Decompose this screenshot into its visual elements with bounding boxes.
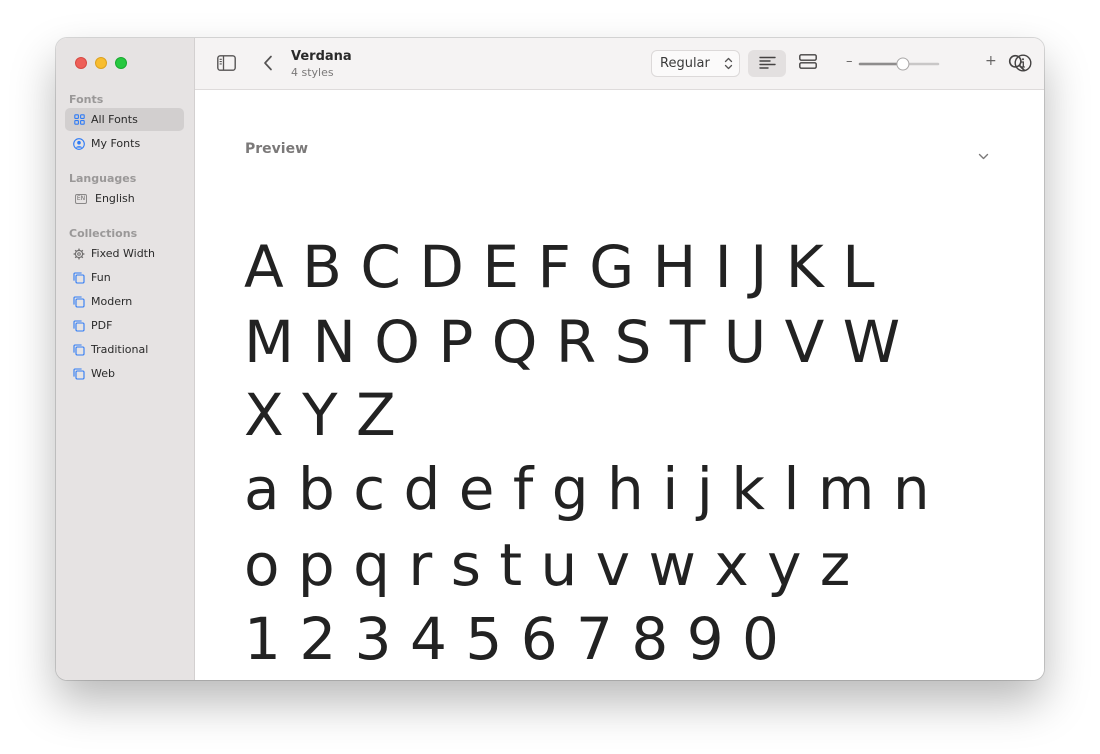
sidebar-item-english[interactable]: EN English [65, 187, 184, 210]
style-select-value: Regular [660, 56, 710, 71]
sample-line-lowercase-1: a b c d e f g h i j k l m n [244, 455, 930, 523]
sidebar-item-label: Fixed Width [91, 247, 155, 260]
sidebar-item-modern[interactable]: Modern [65, 290, 184, 313]
sidebar-item-label: Fun [91, 271, 111, 284]
sample-line-digits: 1 2 3 4 5 6 7 8 9 0 [244, 605, 779, 673]
sidebar-item-label: Traditional [91, 343, 149, 356]
style-select[interactable]: Regular [651, 50, 740, 77]
back-chevron-icon[interactable] [263, 55, 273, 75]
minimize-button[interactable] [95, 57, 107, 69]
language-badge-icon: EN [73, 193, 89, 205]
sidebar-item-my-fonts[interactable]: My Fonts [65, 132, 184, 155]
preview-pane: Preview A B C D E F G H I J K L M N O P … [195, 90, 1044, 680]
collection-icon [73, 343, 85, 356]
sample-line-uppercase-1: A B C D E F G H I J K L [244, 233, 875, 301]
chevron-down-icon[interactable] [978, 145, 989, 164]
sidebar-item-label: All Fonts [91, 113, 138, 126]
zoom-in-button[interactable]: + [985, 53, 997, 69]
grid-icon [73, 114, 85, 126]
font-title: Verdana [291, 49, 352, 64]
sample-line-lowercase-2: o p q r s t u v w x y z [244, 531, 851, 599]
close-button[interactable] [75, 57, 87, 69]
font-style-count: 4 styles [291, 66, 334, 79]
zoom-slider[interactable] [858, 56, 940, 72]
grid-view-button[interactable] [789, 50, 827, 77]
preview-heading: Preview [245, 141, 309, 157]
sidebar-item-label: English [95, 192, 135, 205]
sidebar-item-pdf[interactable]: PDF [65, 314, 184, 337]
window-controls [75, 57, 135, 69]
sidebar-item-label: My Fonts [91, 137, 141, 150]
gear-icon [73, 248, 85, 260]
collection-icon [73, 319, 85, 332]
sidebar-heading-fonts: Fonts [69, 93, 104, 106]
sidebar-item-fixed-width[interactable]: Fixed Width [65, 242, 184, 265]
font-book-window: Fonts All Fonts My Fonts Languages EN En… [56, 38, 1044, 680]
sidebar-item-label: Web [91, 367, 115, 380]
sidebar-item-web[interactable]: Web [65, 362, 184, 385]
sidebar-item-label: PDF [91, 319, 113, 332]
zoom-button[interactable] [115, 57, 127, 69]
collection-icon [73, 295, 85, 308]
person-circle-icon [73, 137, 85, 150]
sidebar-toggle-icon[interactable] [217, 55, 236, 75]
align-left-icon [758, 54, 776, 73]
toolbar: Verdana 4 styles Regular – + [195, 38, 1044, 90]
zoom-out-button[interactable]: – [846, 54, 853, 69]
grid-view-icon [799, 54, 817, 73]
sidebar-item-fun[interactable]: Fun [65, 266, 184, 289]
sample-line-uppercase-3: X Y Z [244, 381, 396, 449]
collection-icon [73, 367, 85, 380]
sidebar-item-traditional[interactable]: Traditional [65, 338, 184, 361]
sample-line-uppercase-2: M N O P Q R S T U V W [244, 308, 901, 376]
sidebar-item-all-fonts[interactable]: All Fonts [65, 108, 184, 131]
search-icon[interactable] [1008, 54, 1026, 76]
sidebar-heading-languages: Languages [69, 172, 137, 185]
language-badge-text: EN [74, 193, 88, 204]
sidebar-heading-collections: Collections [69, 227, 138, 240]
collection-icon [73, 271, 85, 284]
updown-chevron-icon [724, 56, 733, 75]
sample-view-button[interactable] [748, 50, 786, 77]
sidebar: Fonts All Fonts My Fonts Languages EN En… [56, 38, 195, 680]
sidebar-item-label: Modern [91, 295, 133, 308]
